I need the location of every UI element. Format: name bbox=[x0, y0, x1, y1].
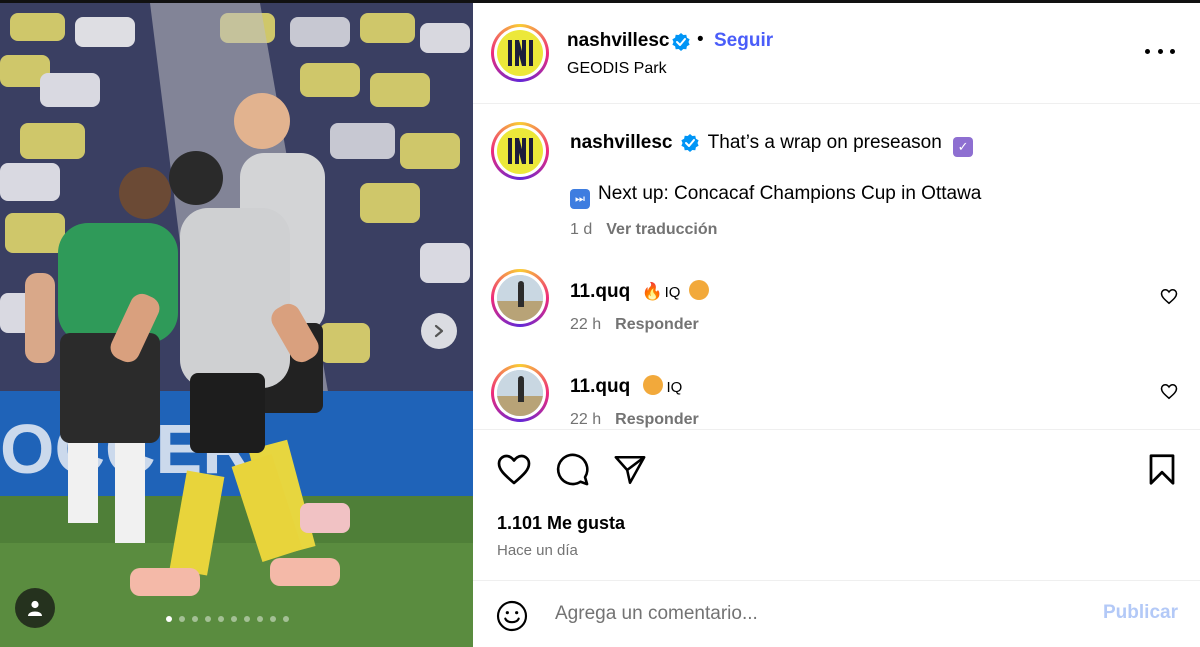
carousel-next-button[interactable] bbox=[421, 313, 457, 349]
likes-count[interactable]: 1.101 Me gusta bbox=[497, 513, 625, 534]
post-actions: 1.101 Me gusta Hace un día bbox=[473, 430, 1200, 580]
fire-emoji-icon: 🔥 bbox=[641, 282, 663, 301]
reply-button[interactable]: Responder bbox=[615, 316, 699, 333]
follow-button[interactable]: Seguir bbox=[714, 30, 773, 52]
post-time: Hace un día bbox=[497, 542, 578, 559]
caption-username[interactable]: nashvillesc bbox=[570, 132, 672, 153]
reply-button[interactable]: Responder bbox=[615, 411, 699, 428]
chevron-right-icon bbox=[434, 324, 444, 338]
nashville-sc-logo bbox=[497, 128, 543, 174]
comment-text: IQ bbox=[664, 284, 681, 301]
carousel-dot bbox=[231, 616, 237, 622]
carousel-dot bbox=[244, 616, 250, 622]
post-location[interactable]: GEODIS Park bbox=[567, 60, 667, 78]
lion-emoji-icon bbox=[688, 280, 709, 300]
commenter-avatar[interactable] bbox=[491, 269, 549, 327]
comment-like-heart-icon[interactable] bbox=[1160, 288, 1178, 305]
commenter-photo bbox=[497, 275, 543, 321]
comment-meta: 22 h Responder bbox=[570, 411, 699, 429]
caption-age: 1 d bbox=[570, 221, 593, 238]
commenter-photo bbox=[497, 370, 543, 416]
author-avatar[interactable] bbox=[491, 24, 549, 82]
like-heart-icon[interactable] bbox=[496, 453, 532, 486]
comment-text: IQ bbox=[666, 379, 683, 396]
comment-input[interactable] bbox=[555, 601, 1075, 627]
verified-badge-icon bbox=[672, 33, 690, 51]
tagged-users-button[interactable] bbox=[15, 588, 55, 628]
caption-body: That’s a wrap on preseason bbox=[707, 132, 942, 153]
save-bookmark-icon[interactable] bbox=[1148, 453, 1176, 486]
next-track-emoji-icon: ⏭ bbox=[570, 189, 590, 209]
profile-photo-image bbox=[497, 275, 543, 321]
comment-age: 22 h bbox=[570, 316, 602, 333]
more-dot-icon bbox=[1157, 48, 1163, 54]
carousel-dot bbox=[166, 616, 172, 622]
lion-emoji-icon bbox=[643, 375, 664, 395]
carousel-dot bbox=[218, 616, 224, 622]
nashville-sc-logo bbox=[497, 30, 543, 76]
header-separator: • bbox=[697, 29, 704, 50]
more-dot-icon bbox=[1170, 48, 1175, 54]
comment-meta: 22 h Responder bbox=[570, 316, 699, 334]
club-crest-icon bbox=[508, 138, 533, 164]
emoji-picker-icon[interactable] bbox=[496, 600, 528, 632]
carousel-dot bbox=[257, 616, 263, 622]
club-crest-icon bbox=[508, 40, 533, 66]
caption-text: nashvillesc That’s a wrap on preseason ✓ bbox=[570, 132, 974, 157]
post-header: nashvillesc • Seguir GEODIS Park bbox=[473, 3, 1200, 104]
commenter-username[interactable]: 11.quq bbox=[570, 376, 630, 397]
more-dot-icon bbox=[1145, 48, 1150, 54]
carousel-dot bbox=[270, 616, 276, 622]
caption-author-avatar[interactable] bbox=[491, 122, 549, 180]
share-send-icon[interactable] bbox=[613, 454, 647, 486]
carousel-dot bbox=[205, 616, 211, 622]
caption-second-line: ⏭ Next up: Concacaf Champions Cup in Otta… bbox=[570, 183, 981, 209]
carousel-dot bbox=[192, 616, 198, 622]
carousel-indicator bbox=[166, 616, 289, 622]
author-username[interactable]: nashvillesc bbox=[567, 30, 669, 52]
check-box-emoji-icon: ✓ bbox=[953, 137, 974, 157]
comment-line: 11.quq IQ bbox=[570, 375, 682, 398]
instagram-post-window: OCCER bbox=[0, 0, 1200, 647]
comment-composer: Publicar bbox=[473, 580, 1200, 647]
caption-line2-text: Next up: Concacaf Champions Cup in Ottaw… bbox=[598, 183, 982, 204]
verified-badge-icon bbox=[681, 133, 699, 152]
profile-photo-image bbox=[497, 370, 543, 416]
comment-bubble-icon[interactable] bbox=[555, 452, 590, 487]
commenter-avatar[interactable] bbox=[491, 364, 549, 422]
comment-line: 11.quq 🔥 IQ bbox=[570, 280, 709, 303]
carousel-dot bbox=[283, 616, 289, 622]
user-icon bbox=[28, 600, 42, 616]
comment-like-heart-icon[interactable] bbox=[1160, 383, 1178, 400]
translate-link[interactable]: Ver traducción bbox=[606, 221, 717, 238]
publish-button[interactable]: Publicar bbox=[1103, 602, 1178, 624]
more-options-button[interactable] bbox=[1145, 41, 1175, 61]
post-sidebar: nashvillesc • Seguir GEODIS Park nashvil… bbox=[473, 3, 1200, 647]
comment-age: 22 h bbox=[570, 411, 602, 428]
caption-meta: 1 d Ver traducción bbox=[570, 221, 717, 239]
post-photo: OCCER bbox=[0, 3, 473, 647]
post-media[interactable]: OCCER bbox=[0, 3, 473, 647]
carousel-dot bbox=[179, 616, 185, 622]
comments-list[interactable]: nashvillesc That’s a wrap on preseason ✓… bbox=[473, 104, 1200, 430]
commenter-username[interactable]: 11.quq bbox=[570, 281, 630, 302]
